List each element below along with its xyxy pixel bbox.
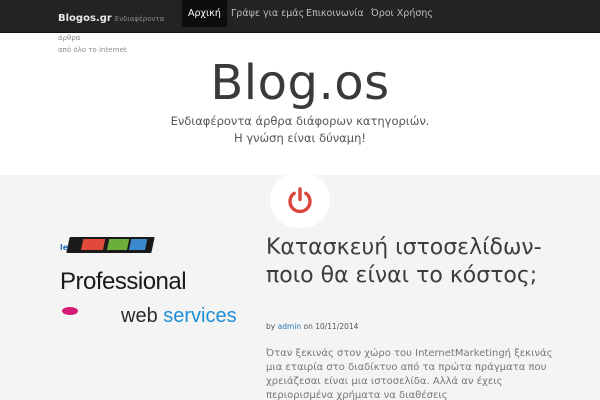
nav-item-write-for-us[interactable]: Γράψε για εμάς [225,0,310,27]
device-graphic [66,237,155,253]
post-meta-by: by [266,322,276,331]
brand-name[interactable]: Blogos.gr [58,13,112,24]
section-badge [270,172,330,228]
brand[interactable]: Blogos.gr Ενδιαφέροντα άρθρα από όλο το i… [58,6,176,54]
image-subline: web services [121,305,237,328]
top-navbar: Blogos.gr Ενδιαφέροντα άρθρα από όλο το i… [0,0,600,54]
lips-graphic [62,307,78,315]
brand-tagline-line2: από όλο το internet [58,46,127,54]
post-featured-image[interactable]: le Professional web services [60,237,252,337]
post-author-link[interactable]: admin [278,322,302,331]
site-description-line2: Η γνώση είναι δύναμη! [234,131,366,145]
site-description-line1: Ενδιαφέροντα άρθρα διάφορων κατηγοριών. [170,114,430,128]
post-date: 10/11/2014 [315,322,359,331]
nav-item-home[interactable]: Αρχική [182,0,227,27]
post-title[interactable]: Κατασκευή ιστοσελίδων- ποιο θα είναι το … [266,234,566,290]
nav-item-terms[interactable]: Όροι Χρήσης [365,0,439,27]
site-description: Ενδιαφέροντα άρθρα διάφορων κατηγοριών. … [0,113,600,147]
post-excerpt: Όταν ξεκινάς στον χώρο του InternetMarke… [266,348,553,400]
post-meta-on: on [303,322,313,331]
image-subline-services: services [163,305,237,327]
power-icon [288,187,312,214]
post-meta: by admin on 10/11/2014 [266,322,358,331]
image-corner-text: le [60,243,69,252]
image-headline: Professional [60,268,187,295]
nav-item-contact[interactable]: Επικοινωνία [300,0,370,27]
image-subline-web: web [121,305,158,327]
site-title[interactable]: Blog.os [0,55,600,111]
